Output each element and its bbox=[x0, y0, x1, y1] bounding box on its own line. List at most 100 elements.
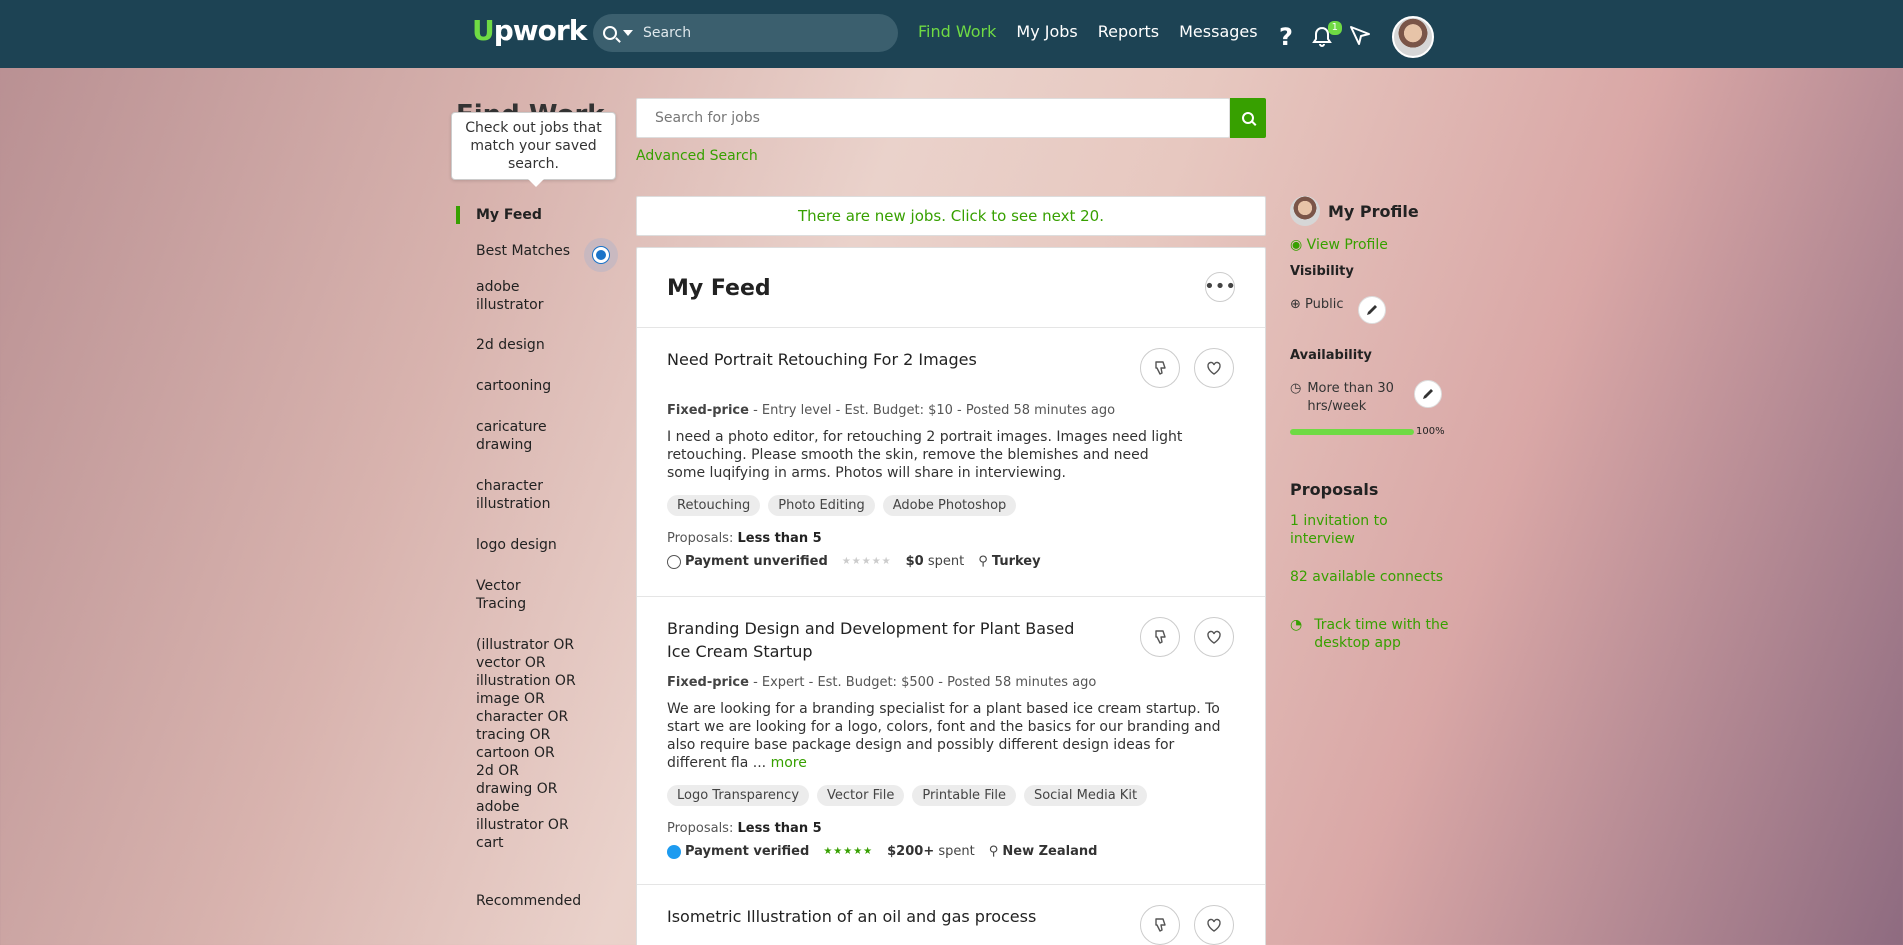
search-icon bbox=[1242, 112, 1254, 124]
job-title[interactable]: Isometric Illustration of an oil and gas… bbox=[667, 905, 1097, 928]
job-skill-tags: Logo Transparency Vector File Printable … bbox=[667, 785, 1148, 806]
job-title[interactable]: Branding Design and Development for Plan… bbox=[667, 617, 1097, 663]
connects-link[interactable]: 82 available connects bbox=[1290, 568, 1460, 586]
global-search-input[interactable]: Search bbox=[593, 14, 898, 52]
job-proposals: Proposals: Less than 5 bbox=[667, 821, 822, 836]
help-icon[interactable]: ? bbox=[1276, 23, 1296, 51]
profile-title: My Profile bbox=[1328, 201, 1419, 221]
client-spent: $200+ spent bbox=[887, 844, 975, 859]
proposals-value: Less than 5 bbox=[737, 531, 822, 546]
sidebar-item-saved-search[interactable]: Vector Tracing bbox=[456, 577, 546, 613]
skill-tag[interactable]: Retouching bbox=[667, 495, 761, 516]
sidebar-item-my-feed[interactable]: My Feed bbox=[456, 206, 596, 224]
job-search-button[interactable] bbox=[1230, 98, 1266, 138]
edit-visibility-button[interactable] bbox=[1358, 296, 1386, 324]
edit-availability-button[interactable] bbox=[1414, 380, 1442, 408]
location-pin-icon: ⚲ bbox=[988, 844, 999, 859]
view-profile-link[interactable]: ◉ View Profile bbox=[1290, 236, 1388, 254]
client-rating-stars: ★★★★★ bbox=[823, 846, 874, 857]
save-job-button[interactable] bbox=[1194, 617, 1234, 657]
track-time-link[interactable]: ◔ Track time with the desktop app bbox=[1290, 616, 1460, 652]
sidebar-item-saved-search[interactable]: 2d design bbox=[456, 336, 596, 354]
profile-avatar bbox=[1290, 196, 1320, 226]
direct-contracts-button[interactable] bbox=[1348, 23, 1372, 51]
payment-status: Payment unverified bbox=[667, 554, 828, 569]
nav-reports[interactable]: Reports bbox=[1098, 22, 1159, 41]
user-avatar[interactable] bbox=[1392, 16, 1434, 58]
payment-status: Payment verified bbox=[667, 844, 809, 859]
job-card[interactable]: Isometric Illustration of an oil and gas… bbox=[637, 885, 1265, 945]
job-proposals: Proposals: Less than 5 bbox=[667, 531, 822, 546]
saved-search-tooltip: Check out jobs that match your saved sea… bbox=[451, 112, 616, 187]
skill-tag[interactable]: Social Media Kit bbox=[1023, 785, 1148, 806]
sidebar-item-saved-search[interactable]: adobe illustrator bbox=[456, 278, 556, 314]
save-job-button[interactable] bbox=[1194, 905, 1234, 945]
dislike-job-button[interactable] bbox=[1140, 617, 1180, 657]
profile-completeness: 100% bbox=[1290, 426, 1445, 437]
nav-find-work[interactable]: Find Work bbox=[918, 22, 996, 41]
sidebar-item-saved-search[interactable]: character illustration bbox=[456, 477, 556, 513]
sidebar-item-best-matches[interactable]: Best Matches bbox=[456, 242, 596, 260]
notification-count-badge: 1 bbox=[1327, 21, 1342, 35]
feed-header: My Feed ••• bbox=[637, 248, 1265, 328]
send-icon bbox=[1350, 26, 1370, 45]
sidebar-item-recommended[interactable]: Recommended bbox=[456, 892, 596, 910]
upwork-logo[interactable]: Upwork bbox=[472, 14, 587, 47]
skill-tag[interactable]: Vector File bbox=[817, 785, 905, 806]
invitations-link[interactable]: 1 invitation to interview bbox=[1290, 512, 1420, 548]
job-card[interactable]: Branding Design and Development for Plan… bbox=[637, 597, 1265, 885]
visibility-heading: Visibility bbox=[1290, 264, 1354, 279]
job-description: I need a photo editor, for retouching 2 … bbox=[667, 429, 1183, 481]
job-search-placeholder: Search for jobs bbox=[655, 110, 760, 126]
client-rating-stars: ★★★★★ bbox=[841, 556, 892, 567]
skill-tag[interactable]: Logo Transparency bbox=[667, 785, 810, 806]
search-icon bbox=[603, 26, 617, 40]
job-meta: Fixed-price - Entry level - Est. Budget:… bbox=[667, 403, 1115, 418]
job-price-type: Fixed-price bbox=[667, 675, 749, 690]
nav-my-jobs[interactable]: My Jobs bbox=[1016, 22, 1077, 41]
description-more-link[interactable]: more bbox=[771, 755, 807, 771]
job-feed: My Feed ••• Need Portrait Retouching For… bbox=[636, 247, 1266, 945]
payment-verified-icon bbox=[667, 844, 681, 859]
sidebar-item-saved-search[interactable]: cartooning bbox=[456, 377, 596, 395]
chevron-down-icon[interactable] bbox=[623, 30, 633, 36]
skill-tag[interactable]: Photo Editing bbox=[768, 495, 875, 516]
job-search-input[interactable]: Search for jobs bbox=[636, 98, 1230, 138]
heart-icon bbox=[1207, 630, 1221, 644]
save-job-button[interactable] bbox=[1194, 348, 1234, 388]
job-skill-tags: Retouching Photo Editing Adobe Photoshop bbox=[667, 495, 1017, 516]
thumbs-down-icon bbox=[1155, 630, 1166, 644]
sidebar-item-saved-search[interactable]: (illustrator OR vector OR illustration O… bbox=[456, 636, 576, 852]
dislike-job-button[interactable] bbox=[1140, 905, 1180, 945]
client-location: ⚲ New Zealand bbox=[988, 844, 1098, 859]
heart-icon bbox=[1207, 361, 1221, 375]
nav-messages[interactable]: Messages bbox=[1179, 22, 1257, 41]
completeness-label: 100% bbox=[1416, 426, 1445, 437]
global-search-placeholder: Search bbox=[643, 25, 692, 41]
radio-dot-icon bbox=[593, 247, 609, 263]
advanced-search-link[interactable]: Advanced Search bbox=[636, 148, 758, 164]
pencil-icon bbox=[1367, 305, 1377, 315]
top-icon-group: ? 1 bbox=[1276, 16, 1434, 58]
client-location: ⚲ Turkey bbox=[978, 554, 1041, 569]
job-price-type: Fixed-price bbox=[667, 403, 749, 418]
job-title[interactable]: Need Portrait Retouching For 2 Images bbox=[667, 348, 1097, 371]
proposals-value: Less than 5 bbox=[737, 821, 822, 836]
feed-more-options-button[interactable]: ••• bbox=[1204, 272, 1236, 302]
job-description: We are looking for a branding specialist… bbox=[667, 701, 1221, 771]
skill-tag[interactable]: Printable File bbox=[912, 785, 1016, 806]
job-card[interactable]: Need Portrait Retouching For 2 Images Fi… bbox=[637, 328, 1265, 597]
new-jobs-banner[interactable]: There are new jobs. Click to see next 20… bbox=[636, 196, 1266, 236]
dislike-job-button[interactable] bbox=[1140, 348, 1180, 388]
proposals-heading: Proposals bbox=[1290, 480, 1379, 499]
sidebar-item-saved-search[interactable]: caricature drawing bbox=[456, 418, 556, 454]
clock-icon: ◷ bbox=[1290, 381, 1302, 396]
timer-icon: ◔ bbox=[1290, 617, 1303, 633]
feed-title: My Feed bbox=[667, 276, 771, 301]
proposals-label: Proposals: bbox=[667, 821, 734, 836]
pencil-icon bbox=[1423, 389, 1433, 399]
notifications-button[interactable]: 1 bbox=[1310, 21, 1342, 49]
skill-tag[interactable]: Adobe Photoshop bbox=[882, 495, 1017, 516]
globe-icon: ⊕ bbox=[1290, 297, 1301, 312]
sidebar-item-saved-search[interactable]: logo design bbox=[456, 536, 596, 554]
